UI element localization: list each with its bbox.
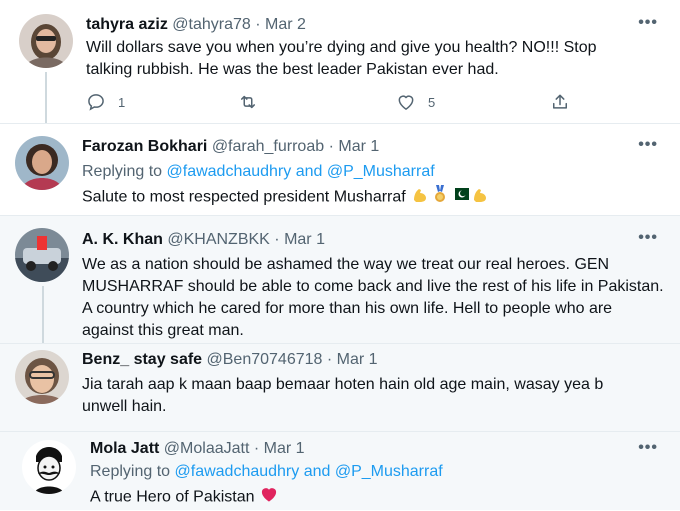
display-name[interactable]: Farozan Bokhari (82, 138, 207, 155)
tweet[interactable]: Benz_ stay safe @Ben70746718 · Mar 1 Jia… (0, 343, 680, 431)
tweet-date[interactable]: Mar 1 (338, 138, 379, 155)
user-handle[interactable]: @farah_furroab (212, 138, 324, 155)
tweet[interactable]: tahyra aziz @tahyra78 · Mar 2 ••• Will d… (0, 0, 680, 123)
tweet-header: Farozan Bokhari @farah_furroab · Mar 1 (82, 137, 379, 157)
user-handle[interactable]: @KHANZBKK (167, 231, 269, 248)
reply-icon (88, 94, 104, 111)
user-handle[interactable]: @Ben70746718 (207, 351, 323, 368)
reply-count: 1 (118, 94, 126, 110)
retweet-icon (241, 95, 255, 109)
replying-prefix: Replying to (90, 463, 171, 480)
more-options-icon[interactable]: ••• (638, 14, 658, 32)
tweet-text: Jia tarah aap k maan baap bemaar hoten h… (82, 376, 604, 415)
tweet-header: A. K. Khan @KHANZBKK · Mar 1 (82, 230, 325, 250)
tweet-text: We as a nation should be ashamed the way… (82, 256, 664, 339)
avatar[interactable] (15, 228, 69, 282)
separator-dot: · (328, 138, 334, 155)
avatar[interactable] (15, 136, 69, 190)
tweet-date[interactable]: Mar 1 (264, 440, 305, 457)
thread-line (45, 72, 47, 123)
tweet-header: tahyra aziz @tahyra78 · Mar 2 (86, 15, 306, 35)
like-button[interactable]: 5 (396, 92, 435, 112)
like-count: 5 (428, 94, 436, 110)
tweet-header: Mola Jatt @MolaaJatt · Mar 1 (90, 439, 305, 459)
more-options-icon[interactable]: ••• (638, 136, 658, 154)
replying-to: Replying to @fawadchaudhry and @P_Mushar… (90, 462, 443, 482)
tweet-text: Will dollars save you when you’re dying … (86, 39, 597, 78)
avatar[interactable] (22, 440, 76, 494)
pakistan-flag-emoji (450, 184, 470, 211)
medal-emoji (430, 184, 450, 211)
thread-line (42, 286, 44, 344)
display-name[interactable]: Benz_ stay safe (82, 351, 202, 368)
tweet[interactable]: A. K. Khan @KHANZBKK · Mar 1 ••• We as a… (0, 215, 680, 344)
more-options-icon[interactable]: ••• (638, 439, 658, 457)
display-name[interactable]: tahyra aziz (86, 16, 168, 33)
heart-icon (398, 95, 414, 110)
retweet-button[interactable] (238, 92, 258, 112)
tweet-actions: 1 5 (86, 92, 586, 116)
tweet-date[interactable]: Mar 1 (284, 231, 325, 248)
share-icon (553, 94, 567, 109)
avatar[interactable] (19, 14, 73, 68)
flexed-biceps-emoji (410, 184, 430, 211)
tweet-date[interactable]: Mar 1 (337, 351, 378, 368)
replying-to-link[interactable]: @fawadchaudhry and @P_Musharraf (175, 463, 443, 480)
replying-to: Replying to @fawadchaudhry and @P_Mushar… (82, 162, 435, 182)
separator-dot: · (255, 16, 261, 33)
tweet-date[interactable]: Mar 2 (265, 16, 306, 33)
user-handle[interactable]: @MolaaJatt (164, 440, 250, 457)
reply-button[interactable]: 1 (86, 92, 125, 112)
tweet-text: Salute to most respected president Musha… (82, 184, 662, 211)
separator-dot: · (274, 231, 280, 248)
avatar[interactable] (15, 350, 69, 404)
tweet-text-content: A true Hero of Pakistan (90, 488, 255, 506)
flexed-biceps-emoji (470, 184, 490, 211)
tweet-text-content: Salute to most respected president Musha… (82, 188, 406, 206)
tweet-header: Benz_ stay safe @Ben70746718 · Mar 1 (82, 350, 378, 370)
display-name[interactable]: A. K. Khan (82, 231, 163, 248)
replying-prefix: Replying to (82, 163, 163, 180)
share-button[interactable] (550, 92, 570, 112)
tweet[interactable]: Mola Jatt @MolaaJatt · Mar 1 ••• Replyin… (0, 431, 680, 510)
separator-dot: · (326, 351, 333, 368)
red-heart-emoji (259, 484, 279, 511)
more-options-icon[interactable]: ••• (638, 229, 658, 247)
tweet[interactable]: Farozan Bokhari @farah_furroab · Mar 1 •… (0, 123, 680, 215)
replying-to-link[interactable]: @fawadchaudhry and @P_Musharraf (167, 163, 435, 180)
separator-dot: · (253, 440, 260, 457)
display-name[interactable]: Mola Jatt (90, 440, 159, 457)
user-handle[interactable]: @tahyra78 (172, 16, 251, 33)
tweet-text: A true Hero of Pakistan (90, 484, 650, 511)
